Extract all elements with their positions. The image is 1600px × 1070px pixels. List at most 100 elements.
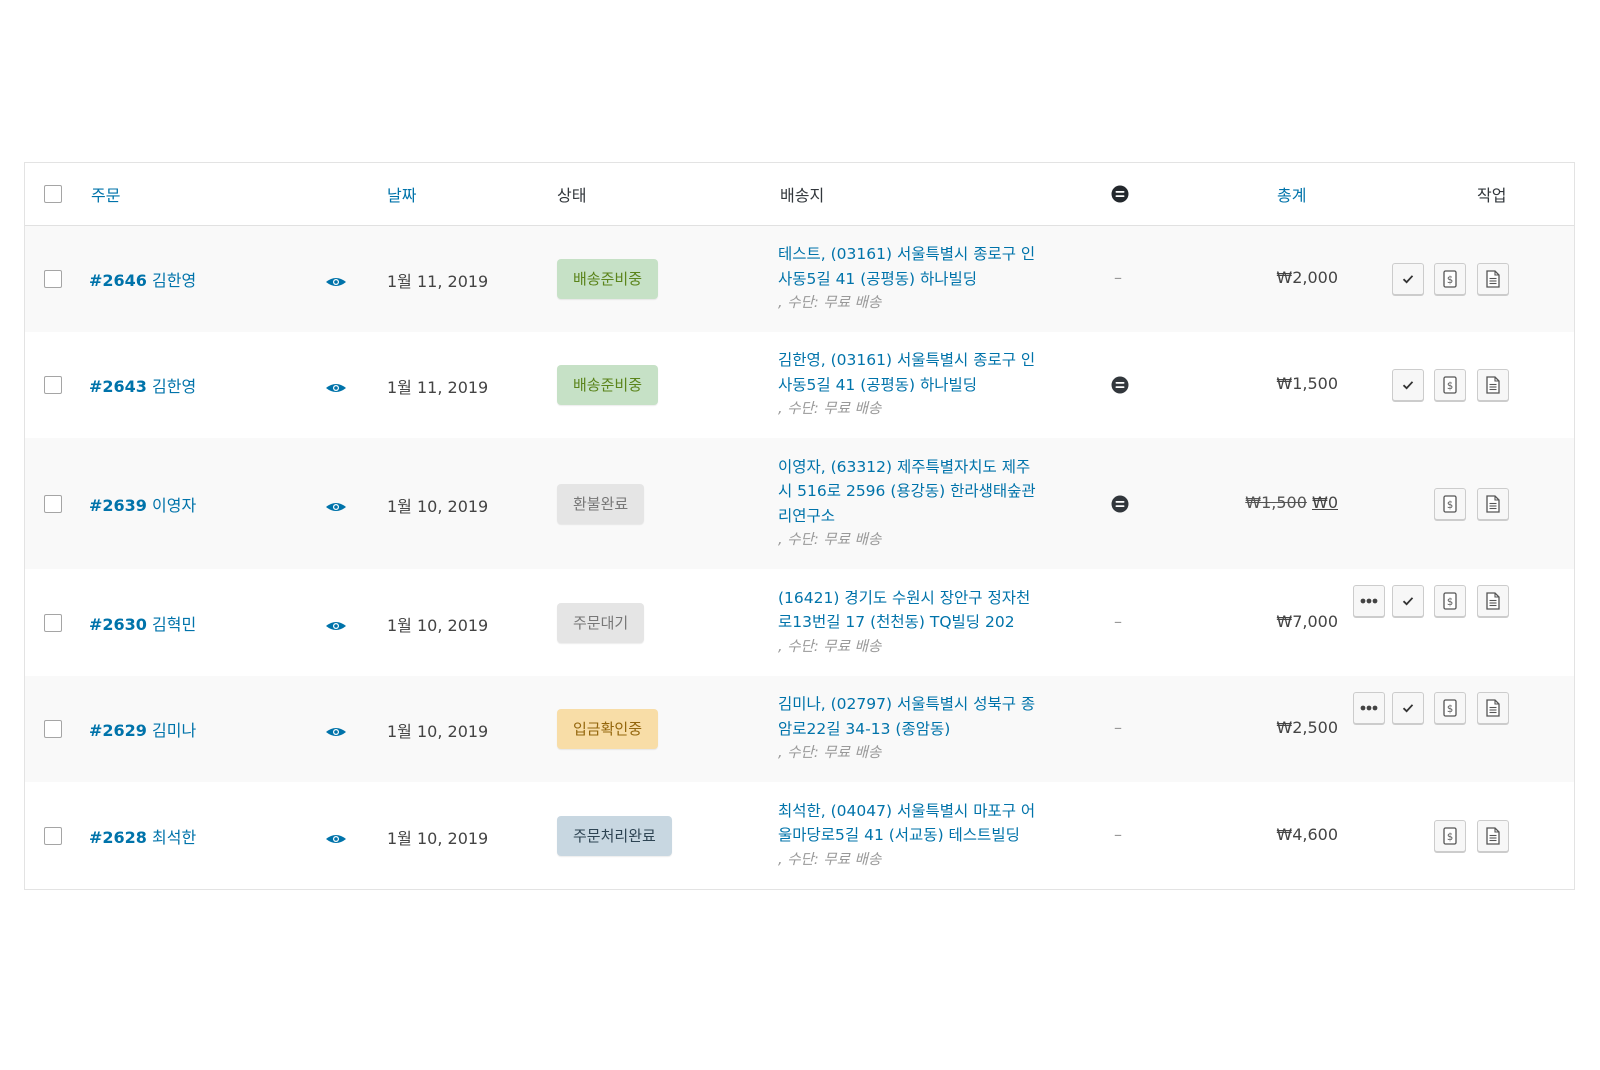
packing-slip-action-button[interactable] [1477, 263, 1509, 295]
invoice-action-button[interactable]: $ [1434, 585, 1466, 617]
status-badge: 환불완료 [557, 483, 645, 524]
preview-eye-icon[interactable] [325, 273, 347, 287]
no-note-dash: – [1114, 611, 1122, 631]
total-column-header[interactable]: 총계 [1277, 182, 1306, 206]
order-column-header[interactable]: 주문 [91, 182, 120, 206]
order-date: 1월 10, 2019 [387, 615, 489, 635]
order-link[interactable]: #2639 이영자 [89, 492, 196, 516]
invoice-icon: $ [1443, 270, 1457, 288]
order-date: 1월 10, 2019 [387, 496, 489, 516]
order-total: ₩2,500 [1276, 718, 1338, 737]
date-column-header[interactable]: 날짜 [387, 182, 416, 206]
packing-slip-action-button[interactable] [1477, 585, 1509, 617]
shipping-address: 김한영, (03161) 서울특별시 종로구 인 사동5길 41 (공평동) 하나… [778, 348, 1048, 422]
order-number: #2630 [89, 614, 147, 634]
status-badge: 주문대기 [557, 602, 645, 643]
address-line[interactable]: 암로22길 34-13 (종암동) [778, 717, 1048, 742]
packing-slip-action-button[interactable] [1477, 369, 1509, 401]
document-icon [1486, 826, 1500, 845]
order-link[interactable]: #2643 김한영 [89, 373, 196, 397]
processing-action-button[interactable] [1353, 692, 1385, 724]
customer-name: 김한영 [146, 271, 197, 290]
table-row: #2643 김한영 1월 11, 2019 배송준비중 김한영, (03161) 서울… [25, 332, 1574, 438]
customer-name: 김미나 [146, 721, 197, 740]
table-row: #2630 김혁민 1월 10, 2019 주문대기 (16421) 경기도 수원시 … [25, 569, 1574, 676]
packing-slip-action-button[interactable] [1477, 819, 1509, 852]
row-checkbox[interactable] [44, 376, 62, 394]
document-icon [1486, 699, 1500, 717]
preview-eye-icon[interactable] [325, 830, 347, 844]
no-note-dash: – [1114, 268, 1122, 287]
customer-note-icon [1111, 376, 1129, 394]
order-link[interactable]: #2628 최석한 [89, 824, 196, 848]
no-note-dash: – [1114, 824, 1122, 844]
ellipsis-icon [1360, 598, 1378, 604]
shipping-column-header: 배송지 [780, 186, 825, 205]
row-checkbox[interactable] [44, 613, 62, 632]
address-line[interactable]: 사동5길 41 (공평동) 하나빌딩 [778, 267, 1048, 292]
packing-slip-action-button[interactable] [1477, 487, 1509, 520]
invoice-action-button[interactable]: $ [1434, 487, 1466, 520]
shipping-method: , 수단: 무료 배송 [778, 532, 882, 548]
row-checkbox[interactable] [44, 494, 62, 513]
checkmark-icon [1402, 380, 1414, 390]
complete-action-button[interactable] [1392, 369, 1424, 401]
address-line[interactable]: 울마당로5길 41 (서교동) 테스트빌딩 [778, 823, 1048, 848]
invoice-icon: $ [1443, 699, 1457, 717]
select-all-checkbox[interactable] [44, 185, 62, 203]
preview-eye-icon[interactable] [325, 379, 347, 393]
status-badge: 입금확인중 [557, 709, 659, 749]
address-line[interactable]: (16421) 경기도 수원시 장안구 정자천 [778, 586, 1048, 611]
complete-action-button[interactable] [1392, 585, 1424, 617]
svg-text:$: $ [1447, 381, 1453, 392]
order-link[interactable]: #2629 김미나 [89, 717, 196, 741]
packing-slip-action-button[interactable] [1477, 692, 1509, 724]
preview-eye-icon[interactable] [325, 617, 347, 631]
complete-action-button[interactable] [1392, 263, 1424, 295]
order-date: 1월 10, 2019 [387, 722, 489, 741]
address-line[interactable]: 이영자, (63312) 제주특별자치도 제주 [778, 455, 1048, 480]
document-icon [1486, 592, 1500, 610]
customer-name: 이영자 [146, 495, 197, 515]
document-icon [1486, 270, 1500, 288]
svg-text:$: $ [1447, 832, 1453, 843]
address-line[interactable]: 사동5길 41 (공평동) 하나빌딩 [778, 373, 1048, 398]
invoice-action-button[interactable]: $ [1434, 692, 1466, 724]
order-number: #2629 [89, 721, 147, 740]
order-date: 1월 10, 2019 [387, 828, 489, 848]
address-line[interactable]: 김한영, (03161) 서울특별시 종로구 인 [778, 348, 1048, 373]
status-badge: 배송준비중 [557, 259, 659, 299]
preview-eye-icon[interactable] [325, 723, 347, 737]
address-line[interactable]: 시 516로 2596 (용강동) 한라생태숲관 [778, 479, 1048, 504]
table-body: #2646 김한영 1월 11, 2019 배송준비중 테스트, (03161) 서울… [25, 226, 1574, 889]
invoice-action-button[interactable]: $ [1434, 819, 1466, 852]
complete-action-button[interactable] [1392, 692, 1424, 724]
table-row: #2639 이영자 1월 10, 2019 환불완료 이영자, (63312) 제주특… [25, 438, 1574, 569]
preview-eye-icon[interactable] [325, 498, 347, 512]
customer-name: 김혁민 [146, 614, 197, 634]
checkmark-icon [1402, 274, 1414, 284]
status-column-header: 상태 [557, 186, 587, 205]
customer-note-icon [1111, 185, 1129, 207]
invoice-icon: $ [1443, 376, 1457, 394]
row-checkbox[interactable] [44, 270, 62, 288]
ellipsis-icon [1360, 705, 1378, 711]
address-line[interactable]: 로13번길 17 (천천동) TQ빌딩 202 [778, 610, 1048, 635]
processing-action-button[interactable] [1353, 585, 1385, 617]
address-line[interactable]: 김미나, (02797) 서울특별시 성북구 종 [778, 692, 1048, 717]
invoice-action-button[interactable]: $ [1434, 263, 1466, 295]
address-line[interactable]: 테스트, (03161) 서울특별시 종로구 인 [778, 242, 1048, 267]
order-total: ₩7,000 [1276, 611, 1338, 631]
order-number: #2628 [89, 827, 147, 847]
invoice-action-button[interactable]: $ [1434, 369, 1466, 401]
address-line[interactable]: 리연구소 [778, 504, 1048, 529]
order-total: ₩4,600 [1276, 824, 1338, 844]
row-checkbox[interactable] [44, 720, 62, 738]
shipping-address: 이영자, (63312) 제주특별자치도 제주 시 516로 2596 (용강동)… [778, 455, 1048, 553]
order-link[interactable]: #2630 김혁민 [89, 611, 196, 635]
svg-text:$: $ [1447, 500, 1453, 511]
order-link[interactable]: #2646 김한영 [89, 267, 196, 291]
address-line[interactable]: 최석한, (04047) 서울특별시 마포구 어 [778, 799, 1048, 824]
shipping-method: , 수단: 무료 배송 [778, 295, 882, 312]
row-checkbox[interactable] [44, 826, 62, 845]
